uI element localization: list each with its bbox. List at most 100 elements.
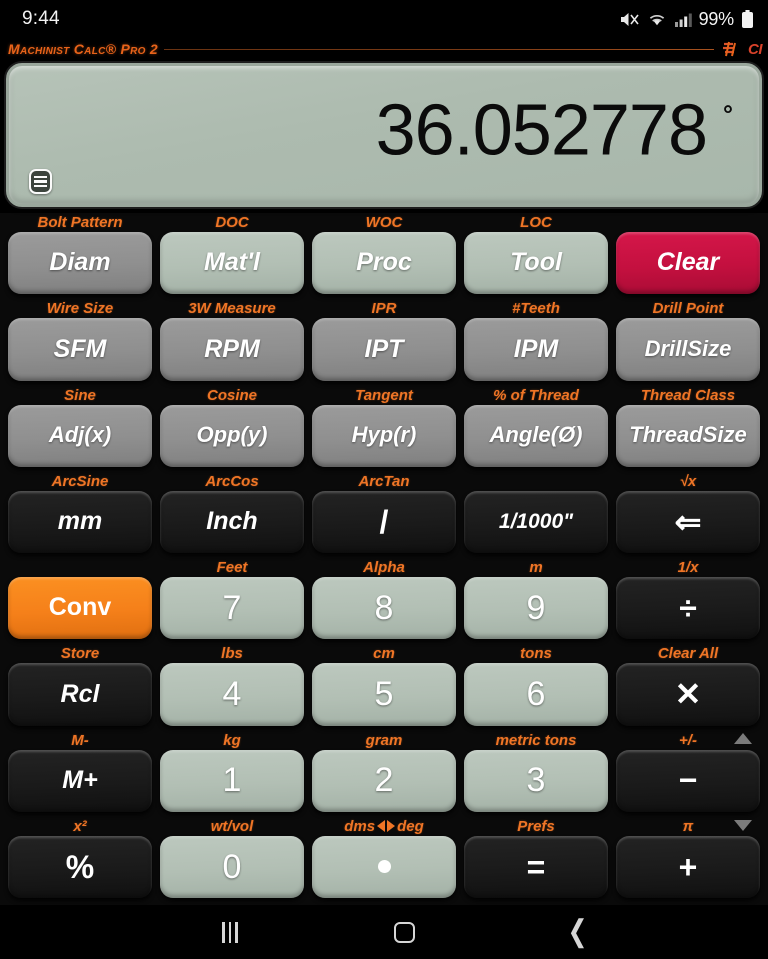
shift-label-0[interactable]: wt/vol: [211, 817, 254, 836]
shift-label-plus[interactable]: π: [683, 817, 694, 836]
shift-label-drill-size[interactable]: Drill Point: [653, 299, 724, 318]
key-3[interactable]: 3: [464, 750, 608, 812]
wifi-icon: [647, 11, 667, 28]
key-1[interactable]: 1: [160, 750, 304, 812]
key-2[interactable]: 2: [312, 750, 456, 812]
key-5[interactable]: 5: [312, 663, 456, 725]
shift-label-8[interactable]: Alpha: [363, 558, 405, 577]
key-label-line: Thread: [629, 424, 702, 446]
key-ipm[interactable]: IPM: [464, 318, 608, 380]
shift-label-backspace[interactable]: √x: [680, 472, 697, 491]
shift-label-divide[interactable]: 1/x: [678, 558, 699, 577]
shift-label-4[interactable]: lbs: [221, 644, 243, 663]
key-angle[interactable]: Angle(Ø): [464, 405, 608, 467]
status-time: 9:44: [22, 8, 60, 30]
home-button[interactable]: [381, 909, 427, 955]
key-backspace[interactable]: ⇐: [616, 491, 760, 553]
shift-label-percent[interactable]: x²: [73, 817, 86, 836]
shift-label-diam[interactable]: Bolt Pattern: [37, 213, 122, 232]
keypad: Bolt PatternDiamDOCMat'lWOCProcLOCToolCl…: [0, 213, 768, 905]
key-ipt[interactable]: IPT: [312, 318, 456, 380]
key-drill-size[interactable]: DrillSize: [616, 318, 760, 380]
key-6[interactable]: 6: [464, 663, 608, 725]
key-cell: CosineOpp(y): [156, 386, 308, 472]
key-divide-fraction[interactable]: /: [312, 491, 456, 553]
key-opp[interactable]: Opp(y): [160, 405, 304, 467]
shift-label-memory-plus[interactable]: M-: [71, 731, 89, 750]
recents-button[interactable]: [207, 909, 253, 955]
shift-label-6[interactable]: tons: [520, 644, 552, 663]
shift-label-equals[interactable]: Prefs: [517, 817, 555, 836]
shift-label-decimal-point[interactable]: dmsdeg: [344, 817, 424, 836]
key-8[interactable]: 8: [312, 577, 456, 639]
key-multiply[interactable]: ✕: [616, 663, 760, 725]
shift-label-1[interactable]: kg: [223, 731, 241, 750]
shift-label-inch[interactable]: ArcCos: [205, 472, 258, 491]
key-clear[interactable]: Clear: [616, 232, 760, 294]
key-decimal-point[interactable]: [312, 836, 456, 898]
back-icon: ❮: [568, 917, 588, 947]
calculator-app: 9:44: [0, 0, 768, 959]
shift-label-matl[interactable]: DOC: [215, 213, 248, 232]
key-rpm[interactable]: RPM: [160, 318, 304, 380]
key-4[interactable]: 4: [160, 663, 304, 725]
key-cell: Alpha8: [308, 558, 460, 644]
shift-label-9[interactable]: m: [529, 558, 542, 577]
shift-label-ipm[interactable]: #Teeth: [512, 299, 560, 318]
shift-label-7[interactable]: Feet: [217, 558, 248, 577]
key-minus[interactable]: −: [616, 750, 760, 812]
shift-label-multiply[interactable]: Clear All: [658, 644, 718, 663]
back-button[interactable]: ❮: [555, 909, 601, 955]
key-9[interactable]: 9: [464, 577, 608, 639]
shift-label-opp[interactable]: Cosine: [207, 386, 257, 405]
shift-label-3[interactable]: metric tons: [496, 731, 577, 750]
shift-label-angle[interactable]: % of Thread: [493, 386, 579, 405]
shift-label-rpm[interactable]: 3W Measure: [188, 299, 276, 318]
shift-label-tool[interactable]: LOC: [520, 213, 552, 232]
key-equals[interactable]: =: [464, 836, 608, 898]
key-cell: LOCTool: [460, 213, 612, 299]
key-adj[interactable]: Adj(x): [8, 405, 152, 467]
calculator-display[interactable]: 36.052778 °: [6, 63, 762, 207]
key-matl[interactable]: Mat'l: [160, 232, 304, 294]
key-conv[interactable]: Conv: [8, 577, 152, 639]
key-one-thousandth[interactable]: 1/1000": [464, 491, 608, 553]
key-plus[interactable]: +: [616, 836, 760, 898]
key-memory-plus[interactable]: M+: [8, 750, 152, 812]
key-thread-size[interactable]: ThreadSize: [616, 405, 760, 467]
key-divide[interactable]: ÷: [616, 577, 760, 639]
key-cell: cm5: [308, 644, 460, 730]
shift-label-ipt[interactable]: IPR: [371, 299, 396, 318]
shift-label-2[interactable]: gram: [366, 731, 403, 750]
shift-label-mm[interactable]: ArcSine: [52, 472, 109, 491]
scroll-up-arrow-icon[interactable]: [734, 733, 752, 744]
shift-label-minus[interactable]: +/-: [679, 731, 697, 750]
shift-label-divide-fraction[interactable]: ArcTan: [358, 472, 409, 491]
key-7[interactable]: 7: [160, 577, 304, 639]
key-hyp[interactable]: Hyp(r): [312, 405, 456, 467]
key-proc[interactable]: Proc: [312, 232, 456, 294]
shift-label-adj[interactable]: Sine: [64, 386, 96, 405]
key-diam[interactable]: Diam: [8, 232, 152, 294]
key-tool[interactable]: Tool: [464, 232, 608, 294]
shift-label-hyp[interactable]: Tangent: [355, 386, 413, 405]
hamburger-menu-icon[interactable]: [29, 169, 52, 194]
key-rcl[interactable]: Rcl: [8, 663, 152, 725]
app-brand-name: Machinist Calc® Pro 2: [8, 41, 158, 57]
key-0[interactable]: 0: [160, 836, 304, 898]
shift-label-sfm[interactable]: Wire Size: [47, 299, 114, 318]
key-row: StoreRcllbs4cm5tons6Clear All✕: [4, 644, 764, 730]
key-sfm[interactable]: SFM: [8, 318, 152, 380]
key-label-line: Size: [687, 338, 731, 360]
key-row: Bolt PatternDiamDOCMat'lWOCProcLOCToolCl…: [4, 213, 764, 299]
key-mm[interactable]: mm: [8, 491, 152, 553]
shift-label-proc[interactable]: WOC: [366, 213, 403, 232]
display-unit: °: [723, 103, 733, 128]
shift-label-thread-size[interactable]: Thread Class: [641, 386, 735, 405]
scroll-down-arrow-icon[interactable]: [734, 820, 752, 831]
key-percent[interactable]: %: [8, 836, 152, 898]
display-value: 36.052778: [376, 99, 707, 164]
shift-label-rcl[interactable]: Store: [61, 644, 99, 663]
key-inch[interactable]: Inch: [160, 491, 304, 553]
shift-label-5[interactable]: cm: [373, 644, 395, 663]
